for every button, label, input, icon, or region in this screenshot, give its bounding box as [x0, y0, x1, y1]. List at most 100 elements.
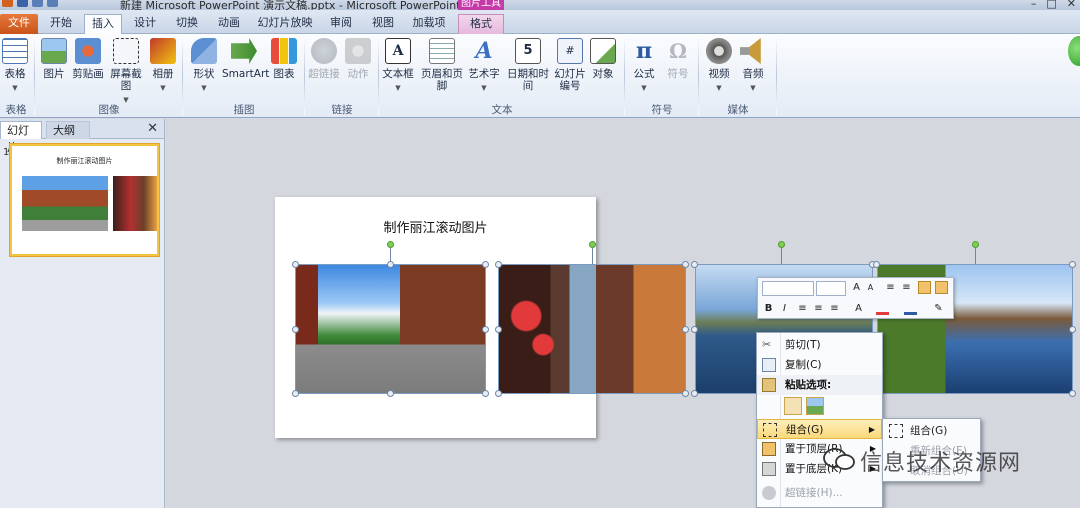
send-back-icon [762, 462, 776, 476]
tab-transitions[interactable]: 切换 [170, 14, 204, 34]
shape-fill-icon[interactable] [876, 302, 889, 315]
tab-slideshow[interactable]: 幻灯片放映 [254, 14, 316, 34]
resize-handle[interactable] [1069, 390, 1076, 397]
shrink-font-icon[interactable]: A [864, 281, 877, 294]
resize-handle[interactable] [691, 261, 698, 268]
header-footer-button[interactable]: 页眉和页脚 [416, 38, 468, 92]
menu-item-hyperlink[interactable]: 超链接(H)... [757, 483, 882, 503]
paste-picture-icon[interactable] [806, 397, 824, 415]
tab-view[interactable]: 视图 [366, 14, 400, 34]
symbol-button[interactable]: Ω 符号 [664, 38, 692, 80]
align-center-icon[interactable]: ≡ [812, 302, 825, 315]
rotate-handle[interactable] [972, 241, 979, 248]
tab-home[interactable]: 开始 [44, 14, 78, 34]
datetime-button[interactable]: 5 日期和时间 [502, 38, 554, 92]
bold-button[interactable]: B [762, 302, 775, 315]
object-button[interactable]: 对象 [588, 38, 618, 80]
submenu-item-group[interactable]: 组合(G) [883, 421, 980, 441]
resize-handle[interactable] [482, 261, 489, 268]
textbox-label: 文本框 [382, 68, 414, 80]
video-button[interactable]: 视频 ▼ [704, 38, 734, 94]
header-footer-label: 页眉和页脚 [421, 68, 463, 92]
clipart-button[interactable]: 剪贴画 [72, 38, 104, 80]
resize-handle[interactable] [387, 390, 394, 397]
align-right-icon[interactable]: ≡ [828, 302, 841, 315]
tab-file[interactable]: 文件 [0, 14, 38, 34]
wordart-button[interactable]: A 艺术字 ▼ [468, 38, 500, 94]
ribbon: 表格 ▼ 图片 剪贴画 屏幕截图 ▼ 相册 ▼ 形状 ▼ SmartArt 图表 超链接… [0, 34, 1080, 118]
resize-handle[interactable] [292, 326, 299, 333]
action-button[interactable]: 动作 [344, 38, 372, 80]
tab-addins[interactable]: 加载项 [408, 14, 450, 34]
minimize-button[interactable]: – [1031, 0, 1037, 10]
textbox-button[interactable]: A 文本框 ▼ [382, 38, 414, 94]
redo-icon[interactable] [47, 0, 58, 7]
resize-handle[interactable] [1069, 326, 1076, 333]
bring-forward-icon[interactable] [918, 281, 931, 294]
smartart-button[interactable]: SmartArt [222, 38, 269, 80]
tab-animations[interactable]: 动画 [212, 14, 246, 34]
close-button[interactable]: ✕ [1067, 0, 1076, 10]
resize-handle[interactable] [1069, 261, 1076, 268]
group-label-illustrations: 插图 [233, 104, 255, 116]
slide-title[interactable]: 制作丽江滚动图片 [275, 217, 596, 236]
resize-handle[interactable] [292, 261, 299, 268]
tab-design[interactable]: 设计 [128, 14, 162, 34]
resize-handle[interactable] [495, 326, 502, 333]
rotate-handle[interactable] [387, 241, 394, 248]
resize-handle[interactable] [682, 390, 689, 397]
equation-button[interactable]: π 公式 ▼ [630, 38, 658, 94]
tab-format[interactable]: 格式 [458, 14, 504, 34]
audio-button[interactable]: 音频 ▼ [738, 38, 768, 94]
format-painter-icon[interactable]: ✎ [932, 302, 945, 315]
chart-button[interactable]: 图表 [270, 38, 298, 80]
undo-icon[interactable] [32, 0, 43, 7]
table-button[interactable]: 表格 ▼ [2, 38, 28, 94]
picture-button[interactable]: 图片 [40, 38, 68, 80]
resize-handle[interactable] [682, 326, 689, 333]
increase-indent-icon[interactable]: ≡ [900, 281, 913, 294]
menu-item-group[interactable]: 组合(G) ▶ [757, 419, 882, 439]
resize-handle[interactable] [691, 390, 698, 397]
font-size-box[interactable] [816, 281, 846, 296]
slide-number-icon: # [557, 38, 583, 64]
shape-outline-icon[interactable] [904, 302, 917, 315]
resize-handle[interactable] [873, 261, 880, 268]
close-icon[interactable]: ✕ [147, 121, 158, 136]
app-icon[interactable] [2, 0, 13, 7]
send-backward-icon[interactable] [935, 281, 948, 294]
resize-handle[interactable] [292, 390, 299, 397]
save-icon[interactable] [17, 0, 28, 7]
align-left-icon[interactable]: ≡ [796, 302, 809, 315]
shapes-button[interactable]: 形状 ▼ [190, 38, 218, 94]
menu-item-cut[interactable]: ✂ 剪切(T) [757, 335, 882, 355]
slide-number-button[interactable]: # 幻灯片 编号 [554, 38, 586, 92]
maximize-button[interactable]: □ [1046, 0, 1056, 10]
font-color-button[interactable]: A [852, 302, 865, 315]
resize-handle[interactable] [387, 261, 394, 268]
resize-handle[interactable] [691, 326, 698, 333]
italic-button[interactable]: I [778, 302, 791, 315]
resize-handle[interactable] [482, 326, 489, 333]
grow-font-icon[interactable]: A [850, 281, 863, 294]
rotate-handle[interactable] [778, 241, 785, 248]
slide-thumbnail[interactable]: 制作丽江滚动图片 [10, 144, 159, 256]
decrease-indent-icon[interactable]: ≡ [884, 281, 897, 294]
tab-review[interactable]: 审阅 [324, 14, 358, 34]
rotate-handle[interactable] [589, 241, 596, 248]
screenshot-button[interactable]: 屏幕截图 ▼ [106, 38, 146, 106]
album-button[interactable]: 相册 ▼ [150, 38, 176, 94]
tab-slides[interactable]: 幻灯片 [0, 121, 42, 154]
font-name-box[interactable] [762, 281, 814, 296]
smartart-icon [231, 38, 257, 64]
resize-handle[interactable] [682, 261, 689, 268]
menu-item-label: 组合(G) [786, 424, 824, 436]
hyperlink-button[interactable]: 超链接 [308, 38, 340, 80]
resize-handle[interactable] [495, 261, 502, 268]
paste-keep-format-icon[interactable] [784, 397, 802, 415]
resize-handle[interactable] [482, 390, 489, 397]
tab-outline[interactable]: 大纲 [46, 121, 90, 139]
resize-handle[interactable] [495, 390, 502, 397]
tab-insert[interactable]: 插入 [84, 14, 122, 35]
menu-item-copy[interactable]: 复制(C) [757, 355, 882, 375]
